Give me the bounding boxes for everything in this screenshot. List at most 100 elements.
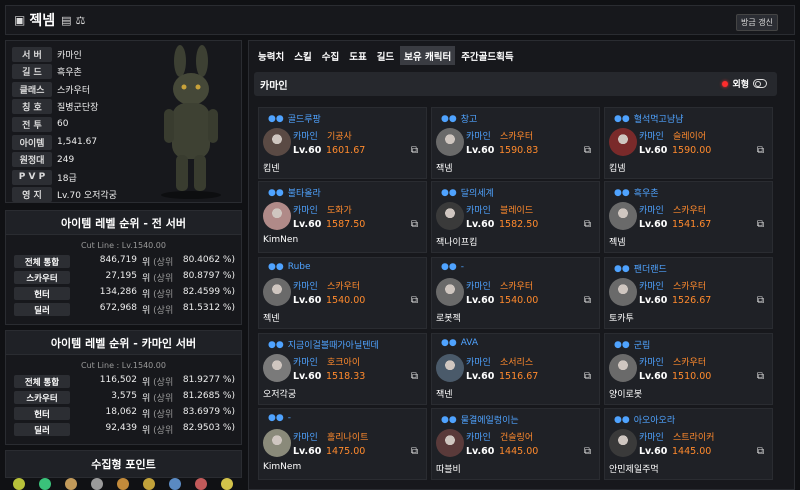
card-item-level: 1445.00 bbox=[499, 446, 539, 457]
collect-title: 수집형 포인트 bbox=[5, 450, 242, 478]
copy-icon[interactable]: ⧉ bbox=[584, 219, 591, 230]
tab-item[interactable]: 수집 bbox=[318, 46, 343, 65]
card-character-name[interactable]: 안민제일주먹 bbox=[609, 462, 659, 475]
card-item-level: 1518.33 bbox=[326, 371, 366, 382]
copy-icon[interactable]: ⧉ bbox=[411, 219, 418, 230]
character-portrait bbox=[436, 202, 464, 230]
island-heart-icon[interactable] bbox=[39, 478, 51, 490]
card-class: 스카우터 bbox=[673, 206, 707, 216]
card-guild: ●● 골드루팡 bbox=[268, 113, 321, 126]
card-character-name[interactable]: 따블비 bbox=[436, 462, 461, 475]
card-character-name[interactable]: 양이로봇 bbox=[609, 387, 642, 400]
character-card[interactable]: ●● 물결에일렁이는 카마인 건슬링어 Lv.60 1445.00 ⧉ 따블비 bbox=[431, 408, 600, 480]
card-character-name[interactable]: 토카투 bbox=[609, 311, 634, 324]
mokoko-seed-icon[interactable] bbox=[13, 478, 25, 490]
character-card[interactable]: ●● 창고 카마인 스카우터 Lv.60 1590.83 ⧉ 잭넴 bbox=[431, 107, 600, 179]
card-character-name[interactable]: 젝넨 bbox=[263, 311, 280, 324]
refresh-button[interactable]: 방금 갱신 bbox=[736, 14, 778, 31]
tab-item[interactable]: 도표 bbox=[345, 46, 370, 65]
card-class: 도화가 bbox=[327, 206, 352, 216]
copy-icon[interactable]: ⧉ bbox=[584, 145, 591, 156]
art-icon[interactable] bbox=[91, 478, 103, 490]
star-badge-icon[interactable] bbox=[143, 478, 155, 490]
character-portrait bbox=[609, 354, 637, 382]
copy-icon[interactable]: ⧉ bbox=[411, 371, 418, 382]
character-card[interactable]: ●● Rube 카마인 스카우터 Lv.60 1540.00 ⧉ 젝넨 bbox=[258, 257, 427, 329]
copy-icon[interactable]: ⧉ bbox=[757, 371, 764, 382]
card-guild: ●● 달의세계 bbox=[441, 187, 494, 200]
card-character-name[interactable]: 잭넨 bbox=[436, 387, 453, 400]
card-level: Lv.60 bbox=[293, 446, 322, 457]
copy-icon[interactable]: ⧉ bbox=[411, 295, 418, 306]
card-item-level: 1582.50 bbox=[499, 219, 539, 230]
copy-icon[interactable]: ⧉ bbox=[584, 371, 591, 382]
tab-item[interactable]: 능력치 bbox=[254, 46, 288, 65]
card-character-name[interactable]: KimNem bbox=[263, 462, 301, 472]
card-character-name[interactable]: 킴넨 bbox=[263, 161, 280, 174]
rank-all-panel: 아이템 레벨 순위 - 전 서버 Cut Line : Lv.1540.00 전… bbox=[5, 210, 242, 325]
copy-icon[interactable]: ⧉ bbox=[757, 145, 764, 156]
card-character-name[interactable]: 오저각궁 bbox=[263, 387, 296, 400]
profile-label: 전 투 bbox=[12, 116, 52, 132]
card-character-name[interactable]: 로봇젝 bbox=[436, 311, 461, 324]
card-character-name[interactable]: 킴넴 bbox=[609, 161, 626, 174]
profile-label: 칭 호 bbox=[12, 99, 52, 115]
bookmark-icon[interactable]: ▣ bbox=[14, 13, 25, 27]
ignea-icon[interactable] bbox=[221, 478, 233, 490]
card-character-name[interactable]: KimNen bbox=[263, 235, 298, 245]
card-item-level: 1587.50 bbox=[326, 219, 366, 230]
world-tree-icon[interactable] bbox=[169, 478, 181, 490]
copy-icon[interactable]: ⧉ bbox=[757, 219, 764, 230]
character-portrait bbox=[263, 128, 291, 156]
rank-value: 672,968 bbox=[99, 303, 137, 313]
card-guild: ●● Rube bbox=[268, 262, 311, 272]
character-card[interactable]: ●● 불타올라 카마인 도화가 Lv.60 1587.50 ⧉ KimNen bbox=[258, 181, 427, 253]
giant-heart-icon[interactable] bbox=[65, 478, 77, 490]
copy-icon[interactable]: ⧉ bbox=[757, 295, 764, 306]
card-character-name[interactable]: 잭나이프킴 bbox=[436, 235, 477, 248]
orpheus-icon[interactable] bbox=[195, 478, 207, 490]
server-bar: 카마인 외형 bbox=[254, 72, 777, 96]
scale-icon[interactable]: ⚖ bbox=[76, 14, 86, 27]
card-level: Lv.60 bbox=[293, 295, 322, 306]
card-class: 호크아이 bbox=[327, 358, 361, 368]
character-card[interactable]: ●● 지금이걸볼때가아닐텐데 카마인 호크아이 Lv.60 1518.33 ⧉ 오… bbox=[258, 333, 427, 405]
copy-icon[interactable]: ⧉ bbox=[757, 446, 764, 457]
copy-icon[interactable]: ⧉ bbox=[411, 446, 418, 457]
card-guild: ●● 불타올라 bbox=[268, 187, 321, 200]
character-card[interactable]: ●● - 카마인 홀리나이트 Lv.60 1475.00 ⧉ KimNem bbox=[258, 408, 427, 480]
tab-item[interactable]: 길드 bbox=[373, 46, 398, 65]
tab-item[interactable]: 보유 캐릭터 bbox=[400, 46, 456, 65]
character-card[interactable]: ●● 흑우촌 카마인 스카우터 Lv.60 1541.67 ⧉ 젝넴 bbox=[604, 181, 773, 253]
card-class: 스카우터 bbox=[673, 358, 707, 368]
character-card[interactable]: ●● 골드루팡 카마인 기공사 Lv.60 1601.67 ⧉ 킴넨 bbox=[258, 107, 427, 179]
card-guild: ●● 창고 bbox=[441, 113, 478, 126]
copy-icon[interactable]: ⧉ bbox=[584, 295, 591, 306]
character-card[interactable]: ●● AVA 카마인 소서리스 Lv.60 1516.67 ⧉ 잭넨 bbox=[431, 333, 600, 405]
character-card[interactable]: ●● 아오아오라 카마인 스트라이커 Lv.60 1445.00 ⧉ 안민제일주먹 bbox=[604, 408, 773, 480]
appearance-toggle[interactable] bbox=[753, 79, 767, 88]
card-item-level: 1540.00 bbox=[499, 295, 539, 306]
rank-percent: 82.9503 %) bbox=[182, 423, 235, 433]
copy-icon[interactable]: ⧉ bbox=[584, 446, 591, 457]
character-card[interactable]: ●● 혈석먹고냠냠 카마인 슬레이어 Lv.60 1590.00 ⧉ 킴넴 bbox=[604, 107, 773, 179]
card-class: 홀리나이트 bbox=[327, 433, 369, 443]
copy-icon[interactable]: ⧉ bbox=[411, 145, 418, 156]
tab-item[interactable]: 스킬 bbox=[290, 46, 315, 65]
server-name: 카마인 bbox=[260, 80, 288, 92]
voyage-icon[interactable] bbox=[117, 478, 129, 490]
character-card[interactable]: ●● - 카마인 스카우터 Lv.60 1540.00 ⧉ 로봇젝 bbox=[431, 257, 600, 329]
tab-item[interactable]: 주간골드획득 bbox=[457, 46, 517, 65]
character-card[interactable]: ●● 달의세계 카마인 블레이드 Lv.60 1582.50 ⧉ 잭나이프킴 bbox=[431, 181, 600, 253]
card-character-name[interactable]: 잭넴 bbox=[436, 161, 453, 174]
card-level: Lv.60 bbox=[639, 219, 668, 230]
card-character-name[interactable]: 젝넴 bbox=[609, 235, 626, 248]
character-card[interactable]: ●● 팬더랜드 카마인 스카우터 Lv.60 1526.67 ⧉ 토카투 bbox=[604, 257, 773, 329]
id-card-icon[interactable]: ▤ bbox=[61, 14, 71, 27]
rank-label: 전체 통합 bbox=[14, 375, 70, 388]
character-card[interactable]: ●● 군림 카마인 스카우터 Lv.60 1510.00 ⧉ 양이로봇 bbox=[604, 333, 773, 405]
rank-percent: 82.4599 %) bbox=[182, 287, 235, 297]
card-server: 카마인 bbox=[293, 206, 318, 216]
character-name: 젝넴 bbox=[29, 13, 56, 29]
rank-percent: 81.5312 %) bbox=[182, 303, 235, 313]
